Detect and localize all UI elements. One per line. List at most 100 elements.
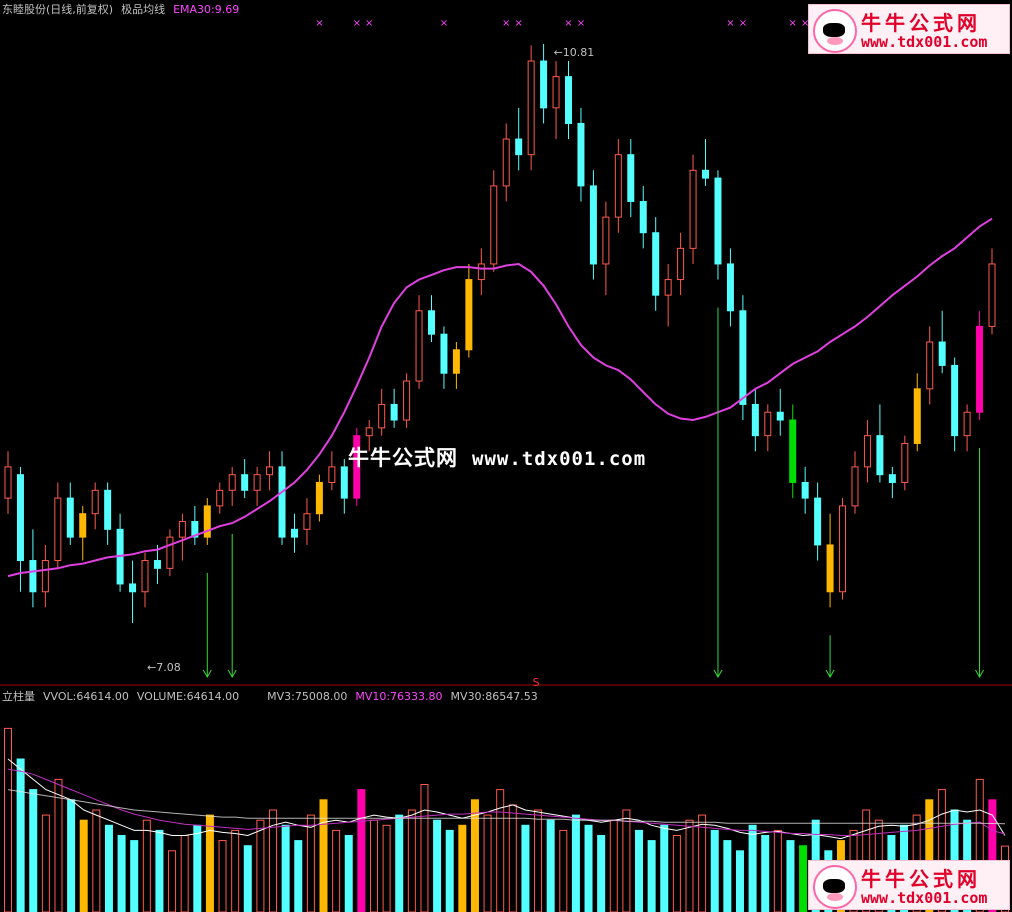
candle-body: [29, 560, 37, 593]
candle-body: [627, 154, 635, 203]
candle-body: [577, 122, 585, 187]
volume-bar: [67, 799, 76, 912]
candle-body: [241, 474, 249, 491]
candle-body: [863, 435, 871, 468]
cross-marker: ×: [365, 18, 373, 29]
cow-mascot-icon: [813, 865, 857, 909]
volume-bar: [256, 819, 265, 912]
candle-body: [228, 474, 236, 491]
volume-bar: [357, 789, 366, 912]
candle-body: [166, 536, 174, 569]
candle-body: [290, 528, 298, 538]
candle-body: [527, 60, 535, 156]
volume-bar: [748, 824, 757, 912]
candle-body: [677, 247, 685, 281]
candle-body: [876, 435, 884, 476]
volume-bar: [597, 835, 606, 912]
candle-body: [427, 310, 435, 335]
volume-bar: [155, 829, 164, 912]
candle-body: [153, 560, 161, 569]
volume-bar: [584, 824, 593, 912]
low-price-label: ←7.08: [147, 661, 181, 674]
candle-body: [589, 185, 597, 265]
ema-readout: EMA30:9.69: [173, 3, 240, 16]
volume-bar: [635, 829, 644, 912]
candle-body: [814, 497, 822, 546]
volume-bar: [130, 840, 139, 912]
volume-bar: [710, 829, 719, 912]
volume-bar: [458, 824, 467, 912]
volume-bar: [534, 809, 543, 912]
volume-bar: [483, 814, 492, 912]
volume-bar: [117, 835, 126, 912]
volume-bar: [407, 809, 416, 912]
logo-url: www.tdx001.com: [861, 33, 988, 51]
candle-body: [141, 560, 149, 593]
candle-body: [552, 76, 560, 109]
candle-body: [826, 544, 834, 593]
candle-body: [66, 497, 74, 538]
volume-bar: [332, 829, 341, 912]
candle-body: [91, 489, 99, 515]
volume-bar: [786, 840, 795, 912]
candle-body: [465, 279, 473, 351]
volume-bar: [773, 829, 782, 912]
candle-body: [129, 583, 137, 593]
logo-title: 牛牛公式网: [861, 867, 981, 891]
candle-body: [515, 138, 523, 156]
candle-body: [540, 60, 548, 109]
volume-bar: [609, 819, 618, 912]
price-panel: ××××××××××××××←10.81←7.08S: [0, 18, 1012, 686]
cross-marker: ×: [502, 18, 510, 29]
volume-bar: [306, 814, 315, 912]
candle-body: [851, 466, 859, 507]
candle-body: [4, 466, 12, 499]
volume-bar: [205, 814, 214, 912]
volume-bar: [92, 809, 101, 912]
volume-bar: [41, 814, 50, 912]
candle-body: [104, 489, 112, 530]
candle-body: [490, 185, 498, 265]
cross-marker: ×: [315, 18, 323, 29]
stock-title: 东睦股份(日线,前复权): [2, 3, 114, 16]
volume-indicator-name: 立柱量: [2, 690, 35, 703]
candle-body: [16, 474, 24, 562]
candle-body: [702, 169, 710, 179]
volume-bar: [470, 799, 479, 912]
price-header: 东睦股份(日线,前复权) 极品均线 EMA30:9.69: [2, 3, 247, 17]
candle-body: [440, 333, 448, 374]
candle-body: [801, 481, 809, 499]
volume-bar: [647, 840, 656, 912]
candle-body: [415, 310, 423, 382]
volume-bar: [622, 809, 631, 912]
vvol-readout: VVOL:64614.00: [43, 690, 129, 703]
candle-body: [54, 497, 62, 562]
volume-bar: [433, 819, 442, 912]
volume-bar: [395, 814, 404, 912]
candle-body: [452, 349, 460, 374]
candle-body: [315, 481, 323, 515]
volume-bar: [243, 845, 252, 912]
candle-body: [988, 263, 996, 327]
volume-bar: [660, 824, 669, 912]
candle-body: [502, 138, 510, 187]
volume-bar: [193, 824, 202, 912]
candle-body: [938, 341, 946, 366]
candle-body: [390, 403, 398, 421]
candle-body: [776, 411, 784, 421]
candle-body: [951, 364, 959, 437]
candle-body: [266, 466, 274, 476]
candle-body: [253, 474, 261, 491]
candle-body: [79, 513, 87, 538]
volume-bar: [382, 824, 391, 912]
candle-body: [751, 403, 759, 437]
volume-bar: [294, 840, 303, 912]
candle-body: [378, 403, 386, 429]
candle-body: [602, 216, 610, 265]
volume-bar: [319, 799, 328, 912]
volume-header: 立柱量 VVOL:64614.00 VOLUME:64614.00 MV3:75008…: [2, 690, 546, 704]
volume-bar: [344, 835, 353, 912]
candle-body: [303, 513, 311, 530]
volume-bar: [54, 778, 63, 912]
volume-bar: [180, 835, 189, 912]
